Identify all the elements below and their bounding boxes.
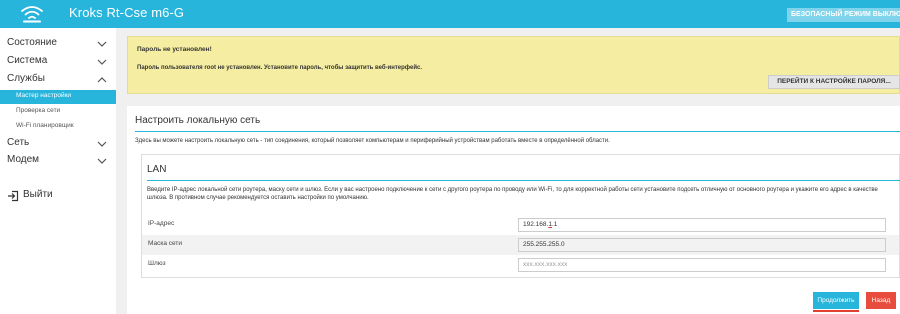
sidebar-item-label: Система xyxy=(7,55,48,66)
field-label: IP-адрес xyxy=(148,220,175,227)
safe-mode-button[interactable]: БЕЗОПАСНЫЙ РЕЖИМ ВЫКЛЮЧЕН xyxy=(787,8,900,22)
field-label: Маска сети xyxy=(148,240,183,247)
sidebar-subitem-wifi-scheduler[interactable]: Wi-Fi планировщик xyxy=(0,120,116,134)
sidebar-item-services[interactable]: Службы xyxy=(0,71,116,89)
warning-text: Пароль пользователя root не установлен. … xyxy=(137,65,423,71)
logout-label: Выйти xyxy=(23,189,53,200)
logout-button[interactable]: Выйти xyxy=(0,187,116,205)
sidebar-item-status[interactable]: Состояние xyxy=(0,35,116,53)
sidebar-subitem-label: Проверка сети xyxy=(16,107,61,114)
ip-suffix: .1 xyxy=(551,221,558,228)
chevron-down-icon xyxy=(97,158,107,164)
chevron-up-icon xyxy=(97,77,107,83)
logout-icon xyxy=(8,190,19,202)
continue-button[interactable]: Продолжить xyxy=(813,292,859,309)
wifi-icon xyxy=(21,6,43,23)
chevron-down-icon xyxy=(97,41,107,47)
sidebar-item-network[interactable]: Сеть xyxy=(0,135,116,153)
chevron-down-icon xyxy=(97,141,107,147)
sidebar-subitem-setup-wizard[interactable]: Мастер настройки xyxy=(0,90,116,104)
sidebar-item-label: Состояние xyxy=(7,37,57,48)
ip-address-row: IP-адрес 192.168.1.1 xyxy=(142,215,899,235)
chevron-down-icon xyxy=(97,59,107,65)
main-panel: Настроить локальную сеть Здесь вы можете… xyxy=(127,106,900,314)
lan-section: LAN Введите IP-адрес локальной сети роут… xyxy=(141,154,900,278)
page-description: Здесь вы можете настроить локальную сеть… xyxy=(135,138,610,144)
password-warning: Пароль не установлен! Пароль пользовател… xyxy=(127,36,900,94)
sidebar-subitem-network-check[interactable]: Проверка сети xyxy=(0,105,116,119)
netmask-row: Маска сети 255.255.255.0 xyxy=(142,235,899,255)
sidebar-item-label: Модем xyxy=(7,154,40,165)
warning-title: Пароль не установлен! xyxy=(137,46,212,53)
field-label: Шлюз xyxy=(148,260,166,267)
continue-button-underline xyxy=(813,310,859,312)
lan-description: Введите IP-адрес локальной сети роутера,… xyxy=(147,187,878,201)
sidebar-item-modem[interactable]: Модем xyxy=(0,152,116,170)
gateway-row: Шлюз xxx.xxx.xxx.xxx xyxy=(142,255,899,275)
go-to-password-button[interactable]: ПЕРЕЙТИ К НАСТРОЙКЕ ПАРОЛЯ... xyxy=(768,75,900,89)
netmask-input[interactable]: 255.255.255.0 xyxy=(518,238,886,252)
page-title: Настроить локальную сеть xyxy=(135,115,261,126)
sidebar-item-label: Сеть xyxy=(7,137,30,148)
lan-title: LAN xyxy=(147,164,167,175)
sidebar-subitem-label: Wi-Fi планировщик xyxy=(16,122,74,129)
back-button[interactable]: Назад xyxy=(866,292,896,309)
app-title: Kroks Rt-Cse m6-G xyxy=(69,5,185,20)
ip-prefix: 192.168. xyxy=(523,221,549,228)
divider xyxy=(135,131,900,132)
sidebar-subitem-label: Мастер настройки xyxy=(16,92,72,99)
ip-address-input[interactable]: 192.168.1.1 xyxy=(518,218,886,232)
sidebar-item-label: Службы xyxy=(7,73,45,84)
top-header: Kroks Rt-Cse m6-G БЕЗОПАСНЫЙ РЕЖИМ ВЫКЛЮ… xyxy=(0,0,900,28)
sidebar-item-system[interactable]: Система xyxy=(0,53,116,71)
gateway-input[interactable]: xxx.xxx.xxx.xxx xyxy=(518,258,886,272)
sidebar: Состояние Система Службы Мастер настройк… xyxy=(0,28,116,314)
divider xyxy=(147,180,900,181)
